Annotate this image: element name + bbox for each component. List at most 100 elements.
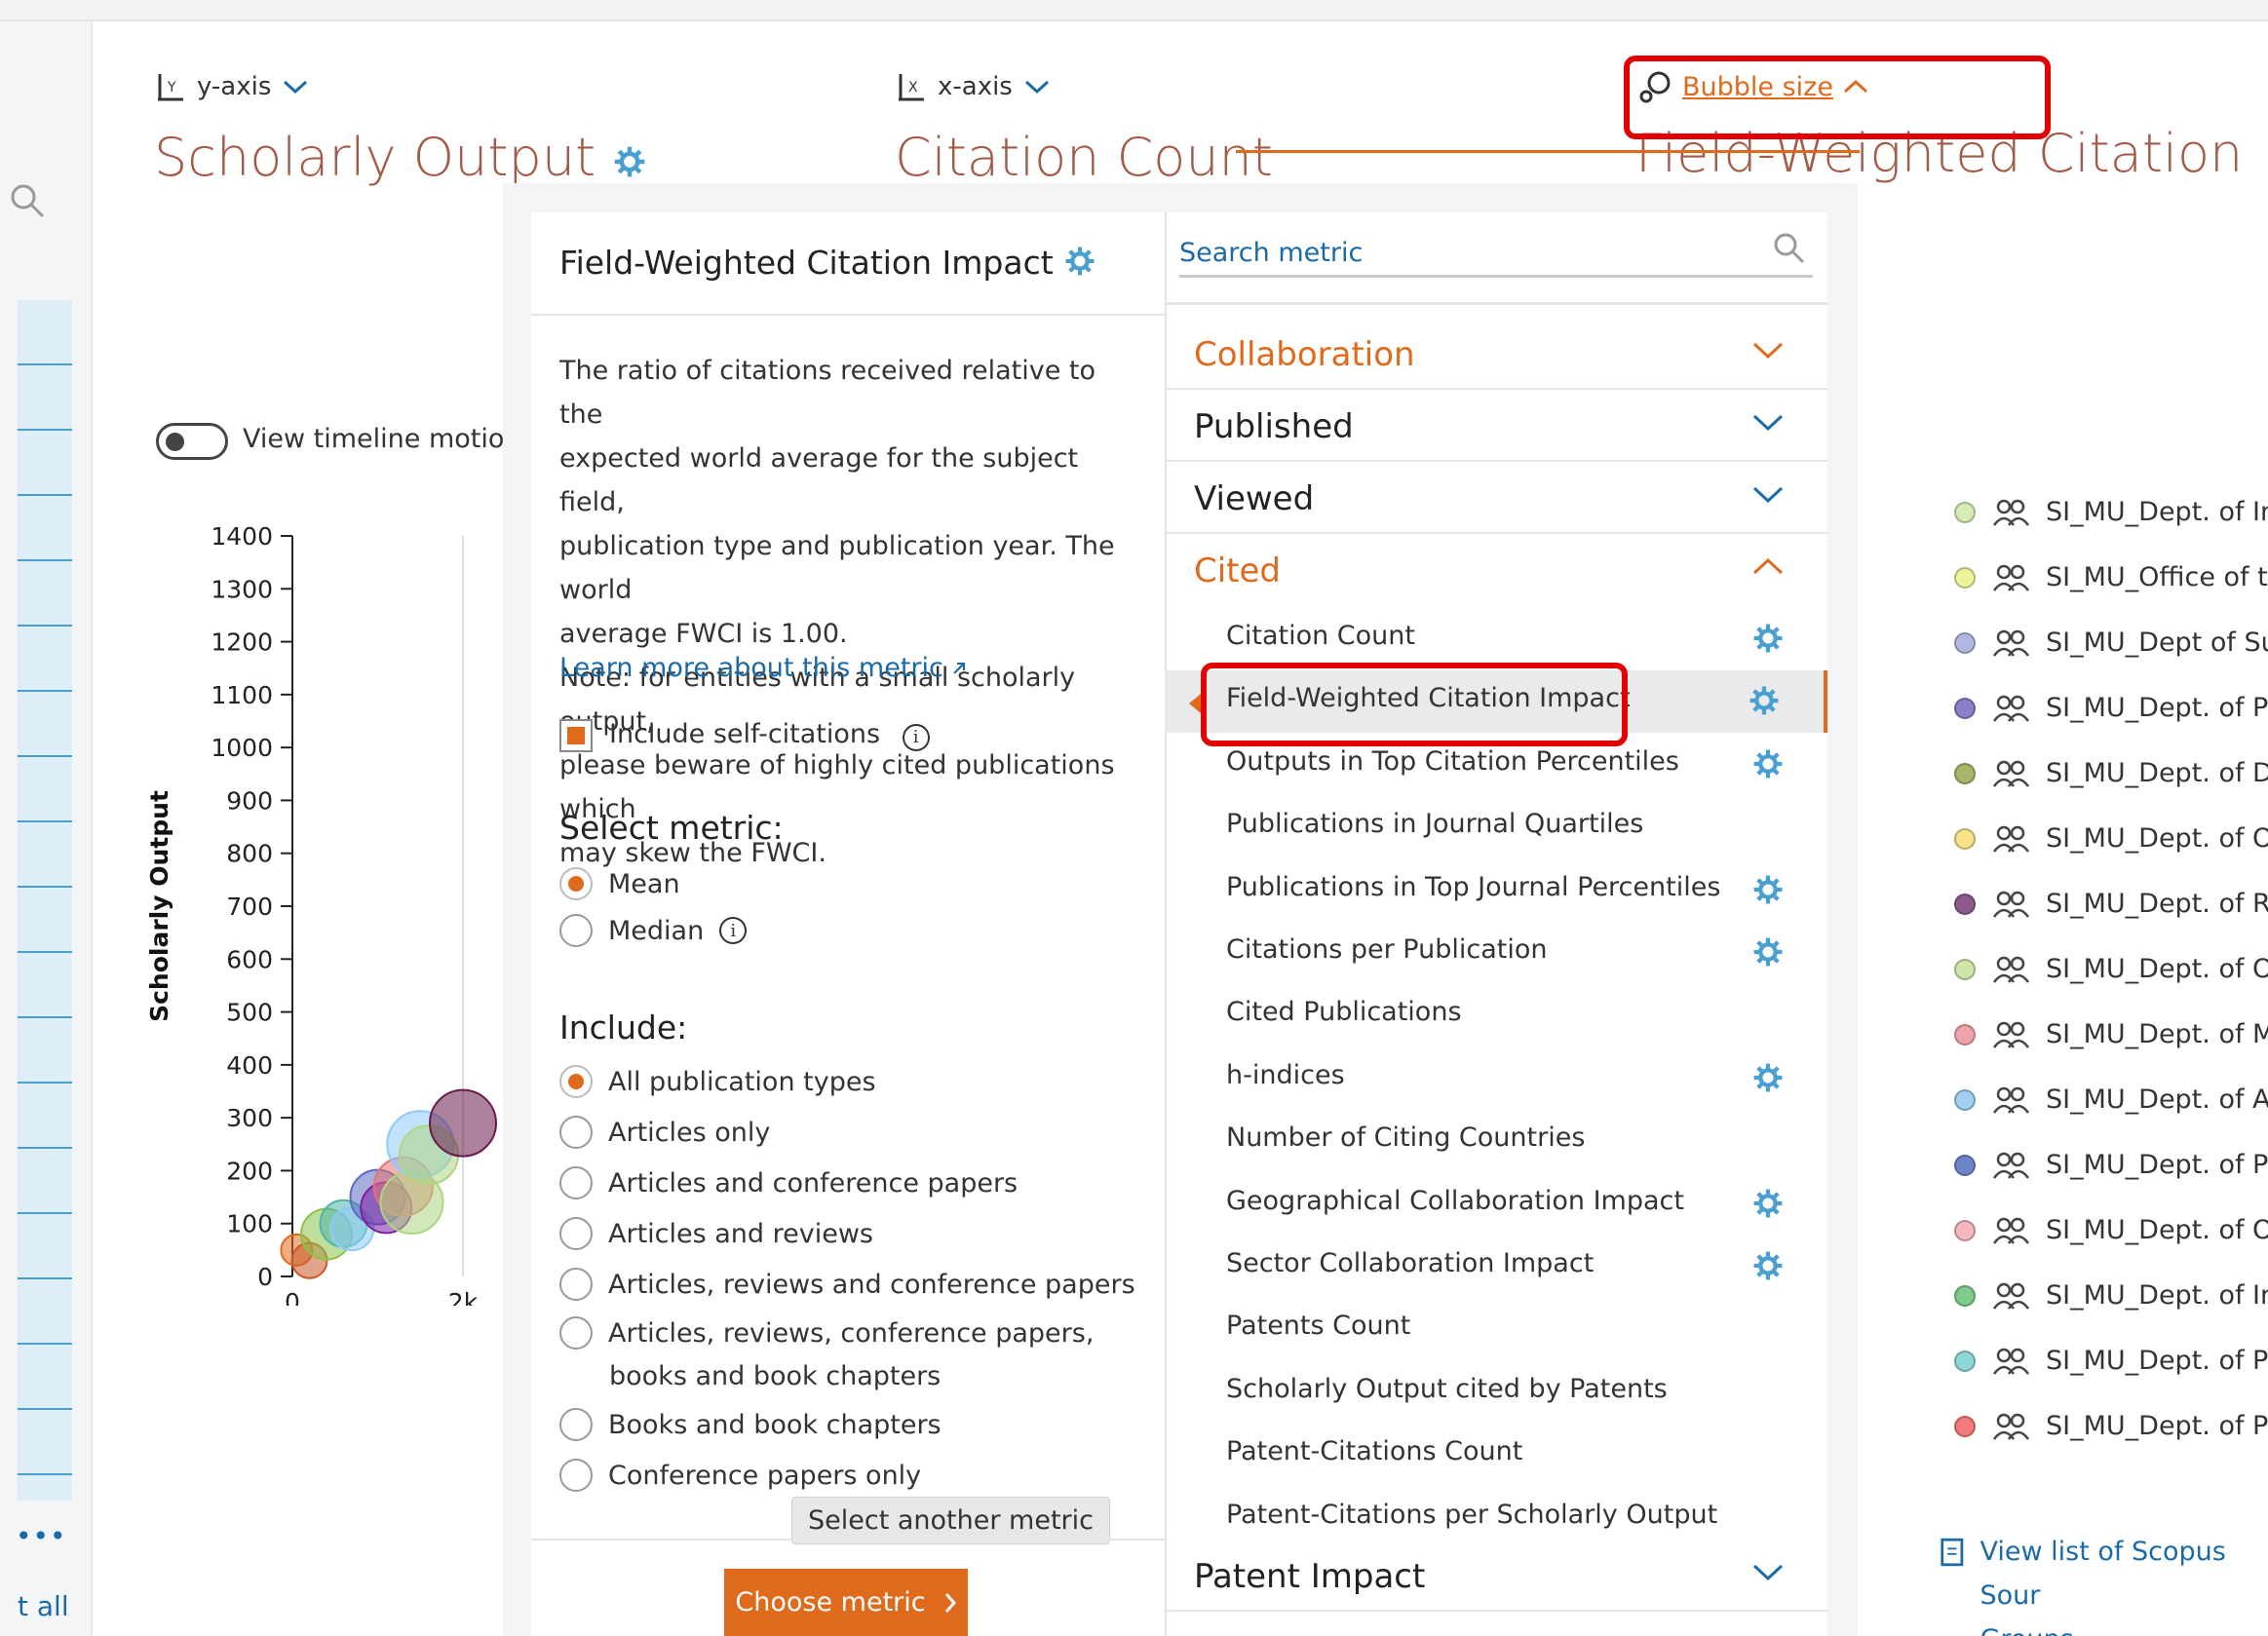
chevron-down-icon — [284, 80, 308, 95]
snowball-icon — [1749, 686, 1779, 715]
search-metric-input[interactable] — [1179, 233, 1745, 272]
y-tick-label: 600 — [226, 945, 273, 973]
include-option[interactable]: Articles only — [559, 1116, 770, 1149]
radio-button[interactable] — [559, 914, 593, 947]
legend-item[interactable]: SI_MU_Dept. of Pe — [1954, 693, 2268, 723]
include-option[interactable]: Articles, reviews and conference papers — [559, 1268, 1135, 1301]
include-option[interactable]: Conference papers only — [559, 1459, 921, 1492]
radio-median[interactable]: Median i — [559, 914, 748, 947]
legend-item[interactable]: SI_MU_Dept. of Pa — [1954, 1150, 2268, 1180]
metric-item[interactable]: Citation Count — [1165, 608, 1827, 670]
category-published[interactable]: Published — [1165, 390, 1827, 462]
legend-label: SI_MU_Dept. of De — [2046, 758, 2268, 788]
legend-item[interactable]: SI_MU_Dept. of Pa — [1954, 1411, 2268, 1441]
highlight-box — [1624, 56, 2051, 139]
radio-button[interactable] — [559, 867, 593, 900]
snowball-icon — [1753, 937, 1783, 967]
metric-item[interactable]: Scholarly Output cited by Patents — [1165, 1361, 1827, 1424]
entity-list-panel — [18, 300, 72, 1501]
radio-button[interactable] — [559, 1316, 593, 1350]
legend-item[interactable]: SI_MU_Dept. of Ol — [1954, 823, 2268, 854]
include-option-label: Articles, reviews and conference papers — [608, 1269, 1135, 1300]
radio-button[interactable] — [559, 1116, 593, 1149]
include-option[interactable]: Articles, reviews, conference papers, — [559, 1316, 1094, 1350]
selected-caret-icon — [1189, 694, 1201, 713]
include-option-label: All publication types — [608, 1066, 876, 1097]
category-viewed[interactable]: Viewed — [1165, 462, 1827, 534]
metric-label: Publications in Journal Quartiles — [1226, 809, 1644, 840]
radio-button[interactable] — [559, 1408, 593, 1441]
metric-item[interactable]: Cited Publications — [1165, 984, 1827, 1046]
legend-item[interactable]: SI_MU_Dept of Sur — [1954, 628, 2268, 658]
radio-button[interactable] — [559, 1166, 593, 1199]
legend-label: SI_MU_Dept. of Pe — [2046, 693, 2268, 723]
radio-button[interactable] — [559, 1217, 593, 1250]
category-cited[interactable]: Cited — [1165, 534, 1827, 606]
legend-item[interactable]: SI_MU_Dept. of Op — [1954, 1215, 2268, 1245]
metric-item[interactable]: Geographical Collaboration Impact — [1165, 1173, 1827, 1236]
external-link-icon — [953, 663, 966, 674]
legend-label: SI_MU_Dept. of Pa — [2046, 1150, 2268, 1180]
radio-mean[interactable]: Mean — [559, 867, 680, 900]
choose-metric-button[interactable]: Choose metric — [724, 1569, 968, 1636]
group-icon — [1992, 695, 2030, 722]
category-label: Published — [1194, 407, 1354, 446]
metric-label: Outputs in Top Citation Percentiles — [1226, 745, 1679, 777]
legend-item[interactable]: SI_MU_Dept. of Ps — [1954, 1346, 2268, 1376]
search-icon[interactable] — [10, 183, 49, 222]
include-option[interactable]: Articles and conference papers — [559, 1166, 1018, 1199]
description-line: expected world average for the subject f… — [559, 443, 1079, 517]
x-axis-selector[interactable]: X x-axis — [897, 70, 1050, 103]
legend-color-dot — [1954, 1023, 1976, 1046]
legend-item[interactable]: SI_MU_Dept. of M — [1954, 1019, 2268, 1049]
group-icon — [1992, 499, 2030, 526]
info-icon[interactable]: i — [719, 917, 748, 944]
list-row-divider — [18, 625, 72, 627]
legend-item[interactable]: SI_MU_Office of th — [1954, 562, 2268, 592]
info-icon[interactable]: i — [902, 723, 930, 751]
metric-item[interactable]: h-indices — [1165, 1047, 1827, 1110]
legend-item[interactable]: SI_MU_Dept. of Im — [1954, 1280, 2268, 1311]
metric-item[interactable]: Patent-Citations per Scholarly Output — [1165, 1487, 1827, 1549]
select-all-link[interactable]: t all — [18, 1590, 69, 1622]
include-option[interactable]: All publication types — [559, 1065, 876, 1098]
chevron-down-icon — [1752, 414, 1784, 432]
legend-label: SI_MU_Dept. of Ar — [2046, 1084, 2268, 1115]
metric-search — [1179, 227, 1813, 278]
radio-button[interactable] — [559, 1459, 593, 1492]
snowball-icon — [1063, 245, 1096, 285]
metric-item[interactable]: Number of Citing Countries — [1165, 1110, 1827, 1172]
metric-item[interactable]: Patents Count — [1165, 1298, 1827, 1360]
more-button[interactable]: ••• — [16, 1520, 67, 1552]
view-source-groups-link[interactable]: View list of Scopus Sour Groups — [1940, 1530, 2268, 1636]
y-axis-selector[interactable]: Y y-axis — [156, 70, 308, 103]
metric-item[interactable]: Sector Collaboration Impact — [1165, 1236, 1827, 1298]
timeline-toggle[interactable] — [156, 423, 228, 460]
metric-item[interactable]: Publications in Journal Quartiles — [1165, 796, 1827, 858]
metric-item[interactable]: Citations per Publication — [1165, 922, 1827, 984]
include-self-citations-checkbox[interactable] — [559, 719, 593, 752]
legend-item[interactable]: SI_MU_Dept. of Or — [1954, 954, 2268, 984]
learn-more-link[interactable]: Learn more about this metric — [559, 653, 967, 683]
data-bubble[interactable] — [429, 1088, 497, 1158]
search-icon[interactable] — [1772, 231, 1807, 266]
metric-item[interactable]: Patent-Citations Count — [1165, 1424, 1827, 1486]
legend-item[interactable]: SI_MU_Dept. of Ar — [1954, 1084, 2268, 1115]
include-option[interactable]: Books and book chapters — [559, 1408, 942, 1441]
include-option[interactable]: Articles and reviews — [559, 1217, 873, 1250]
legend-item[interactable]: SI_MU_Dept. of De — [1954, 758, 2268, 788]
category-patent-impact[interactable]: Patent Impact — [1165, 1540, 1827, 1612]
list-row-divider — [18, 1016, 72, 1018]
y-tick-label: 800 — [226, 840, 273, 868]
y-tick-label: 500 — [226, 999, 273, 1027]
legend-item[interactable]: SI_MU_Dept. of Ra — [1954, 889, 2268, 919]
legend-item[interactable]: SI_MU_Dept. of Int — [1954, 497, 2268, 527]
category-label: Patent Impact — [1194, 1557, 1426, 1596]
category-collaboration[interactable]: Collaboration — [1165, 318, 1827, 390]
radio-button[interactable] — [559, 1268, 593, 1301]
view-list-line1: View list of Scopus Sour — [1980, 1537, 2226, 1611]
metric-label: Cited Publications — [1226, 997, 1462, 1028]
metric-item[interactable]: Publications in Top Journal Percentiles — [1165, 859, 1827, 922]
radio-button[interactable] — [559, 1065, 593, 1098]
y-tick-label: 900 — [226, 786, 273, 815]
